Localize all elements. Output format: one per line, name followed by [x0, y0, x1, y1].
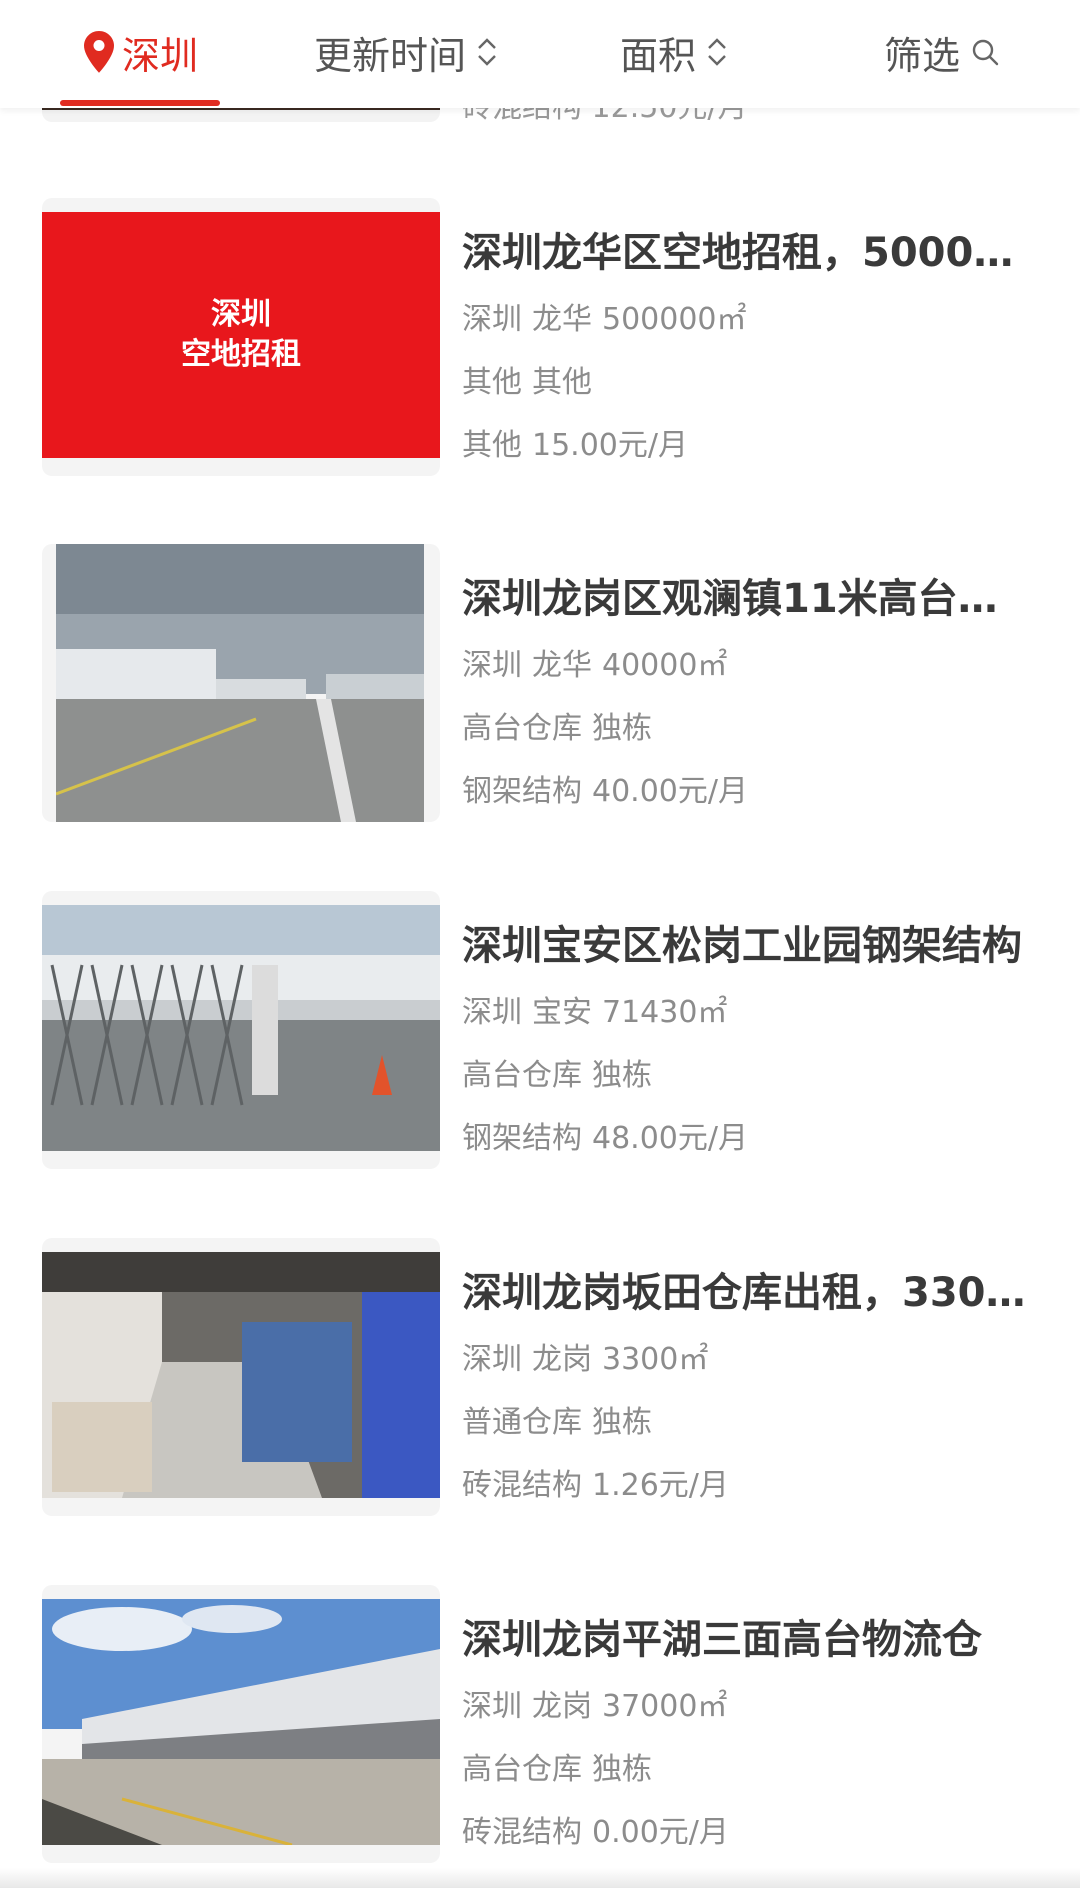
- industrial-park-gate-photo: [42, 905, 440, 1151]
- listing-title: 深圳龙岗区观澜镇11米高台仓库: [462, 576, 1032, 622]
- listing-category: 高台仓库: [462, 1752, 582, 1787]
- listing-price: 1.26元/月: [592, 1468, 729, 1503]
- listing-title: 深圳龙岗坂田仓库出租，3300㎡: [462, 1270, 1032, 1316]
- listing-category: 高台仓库: [462, 711, 582, 746]
- listing-type: 其他 其他: [462, 357, 592, 401]
- listing-structure: 其他: [462, 428, 522, 463]
- thumbnail-caption-line: 深圳: [211, 297, 271, 332]
- filter-button[interactable]: 筛选: [872, 0, 1012, 104]
- listing-structure: 钢架结构: [462, 1121, 582, 1156]
- listing-card[interactable]: 深圳 空地招租 深圳龙华区空地招租，500000㎡ 深圳 龙华 500000㎡ 其他…: [0, 198, 1080, 498]
- listing-building-type: 其他: [532, 365, 592, 400]
- listing-structure: 钢架结构: [462, 774, 582, 809]
- filter-label: 筛选: [883, 33, 960, 78]
- sort-area-label: 面积: [619, 33, 696, 78]
- listing-title: 深圳龙华区空地招租，500000㎡: [462, 230, 1032, 276]
- listing-structure: 砖混结构: [462, 1468, 582, 1503]
- listing-area: 40000㎡: [602, 648, 728, 683]
- listing-location: 深圳 龙华 500000㎡: [462, 294, 747, 338]
- city-selector[interactable]: 深圳: [60, 0, 220, 104]
- listing-location: 深圳 龙岗 37000㎡: [462, 1681, 727, 1725]
- listing-title: 深圳龙岗平湖三面高台物流仓: [462, 1617, 982, 1663]
- search-icon: [972, 39, 999, 66]
- listing-building-type: 独栋: [592, 1752, 652, 1787]
- sort-updown-icon: [478, 38, 496, 66]
- listing-thumbnail: [56, 544, 424, 822]
- active-tab-indicator: [60, 100, 220, 106]
- logistics-warehouse-photo: [42, 1599, 440, 1845]
- listing-district: 龙华: [532, 302, 592, 337]
- listing-title: 深圳宝安区松岗工业园钢架结构: [462, 923, 1022, 969]
- sort-updown-icon: [708, 38, 726, 66]
- listing-city: 深圳: [462, 648, 522, 683]
- listing-area: 71430㎡: [602, 995, 728, 1030]
- listing-building-type: 独栋: [592, 711, 652, 746]
- listing-district: 龙岗: [532, 1689, 592, 1724]
- listing-thumbnail: [42, 1599, 440, 1845]
- listing-price-line: 砖混结构 1.26元/月: [462, 1460, 729, 1504]
- listing-card[interactable]: 深圳宝安区松岗工业园钢架结构 深圳 宝安 71430㎡ 高台仓库 独栋 钢架结构 48.…: [0, 891, 1080, 1191]
- listing-type: 高台仓库 独栋: [462, 1050, 652, 1094]
- listing-card[interactable]: 深圳龙岗坂田仓库出租，3300㎡ 深圳 龙岗 3300㎡ 普通仓库 独栋 砖混结构 1.…: [0, 1238, 1080, 1538]
- listing-building-type: 独栋: [592, 1058, 652, 1093]
- listing-building-type: 独栋: [592, 1405, 652, 1440]
- listing-price: 15.00元/月: [532, 428, 688, 463]
- listing-category: 其他: [462, 365, 522, 400]
- listing-thumbnail: 深圳 空地招租: [42, 212, 440, 458]
- listing-city: 深圳: [462, 1342, 522, 1377]
- filter-bar: 深圳 更新时间 面积 筛选: [0, 0, 1080, 108]
- listing-price-line: 钢架结构 48.00元/月: [462, 1113, 748, 1157]
- listing-category: 普通仓库: [462, 1405, 582, 1440]
- listing-price-line: 砖混结构 0.00元/月: [462, 1807, 729, 1851]
- listing-price: 0.00元/月: [592, 1815, 729, 1850]
- city-label: 深圳: [121, 33, 198, 78]
- listing-area: 500000㎡: [602, 302, 747, 337]
- listing-thumbnail: [42, 905, 440, 1151]
- thumbnail-caption-line: 空地招租: [181, 337, 301, 372]
- sort-by-area[interactable]: 面积: [604, 0, 744, 104]
- listing-card[interactable]: 深圳龙岗区观澜镇11米高台仓库 深圳 龙华 40000㎡ 高台仓库 独栋 钢架结构 40…: [0, 544, 1080, 844]
- listing-type: 高台仓库 独栋: [462, 1744, 652, 1788]
- listing-location: 深圳 龙华 40000㎡: [462, 640, 727, 684]
- listing-district: 龙华: [532, 648, 592, 683]
- listing-area: 37000㎡: [602, 1689, 728, 1724]
- listing-city: 深圳: [462, 1689, 522, 1724]
- listing-structure: 砖混结构: [462, 1815, 582, 1850]
- listing-category: 高台仓库: [462, 1058, 582, 1093]
- thumbnail-caption: 深圳 空地招租: [42, 212, 440, 458]
- warehouse-interior-photo: [42, 1252, 440, 1498]
- listing-type: 普通仓库 独栋: [462, 1397, 652, 1441]
- listing-city: 深圳: [462, 302, 522, 337]
- sort-by-update-time[interactable]: 更新时间: [288, 0, 524, 104]
- bottom-edge-shadow: [0, 1868, 1080, 1888]
- listing-location: 深圳 宝安 71430㎡: [462, 987, 727, 1031]
- listing-type: 高台仓库 独栋: [462, 703, 652, 747]
- listing-thumbnail: [42, 1252, 440, 1498]
- warehouse-exterior-photo: [56, 544, 424, 822]
- listing-price: 40.00元/月: [592, 774, 748, 809]
- listing-city: 深圳: [462, 995, 522, 1030]
- sort-update-label: 更新时间: [313, 33, 466, 78]
- listing-district: 龙岗: [532, 1342, 592, 1377]
- listing-price-line: 钢架结构 40.00元/月: [462, 766, 748, 810]
- listing-card[interactable]: 深圳龙岗平湖三面高台物流仓 深圳 龙岗 37000㎡ 高台仓库 独栋 砖混结构 0.00…: [0, 1585, 1080, 1885]
- location-pin-icon: [83, 31, 114, 73]
- listing-location: 深圳 龙岗 3300㎡: [462, 1334, 708, 1378]
- listing-price: 48.00元/月: [592, 1121, 748, 1156]
- listing-area: 3300㎡: [602, 1342, 709, 1377]
- listing-price-line: 其他 15.00元/月: [462, 420, 688, 464]
- listing-district: 宝安: [532, 995, 592, 1030]
